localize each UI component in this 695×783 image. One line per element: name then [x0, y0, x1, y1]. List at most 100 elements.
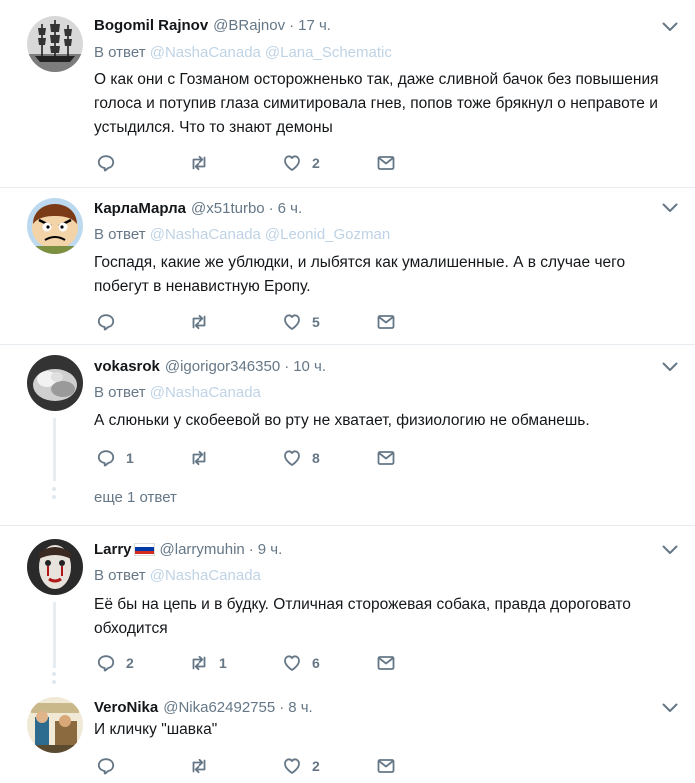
like-icon	[282, 756, 302, 776]
tweet[interactable]: Bogomil Rajnov @BRajnov · 17 ч. В ответ …	[0, 0, 695, 188]
tweet-text: А слюньки у скобеевой во рту не хватает,…	[94, 412, 590, 429]
chevron-down-icon[interactable]	[662, 362, 678, 372]
mention-link[interactable]: @NashaCanada	[150, 226, 261, 243]
retweet-button[interactable]	[189, 152, 219, 174]
like-count: 6	[312, 655, 320, 671]
tweet-text: Госпадя, какие же ублюдки, и лыбятся как…	[94, 254, 626, 295]
russia-flag-icon	[133, 542, 155, 556]
more-replies-link[interactable]: еще 1 ответ	[94, 489, 177, 506]
chevron-down-icon[interactable]	[662, 703, 678, 713]
reply-count: 1	[126, 450, 134, 466]
chevron-down-icon[interactable]	[662, 545, 678, 555]
like-button[interactable]: 2	[282, 755, 320, 777]
tweet-header: vokasrok @igorigor346350 · 10 ч.	[94, 356, 326, 376]
retweet-icon	[189, 448, 209, 468]
timestamp[interactable]: 10 ч.	[293, 358, 326, 375]
reply-button[interactable]	[96, 311, 126, 333]
tweet-actions: 2	[94, 755, 494, 777]
direct-message-button[interactable]	[376, 311, 396, 333]
user-handle[interactable]: @Nika62492755	[163, 699, 275, 716]
reply-label: В ответ	[94, 384, 146, 401]
like-button[interactable]: 8	[282, 447, 320, 469]
avatar[interactable]	[27, 16, 83, 72]
direct-message-icon	[376, 653, 396, 673]
tweet[interactable]: КарлаМарла @x51turbo · 6 ч. В ответ @Nas…	[0, 188, 695, 345]
tweet-header: VeroNika @Nika62492755 · 8 ч.	[94, 697, 313, 717]
reply-button[interactable]	[96, 755, 126, 777]
separator: ·	[284, 357, 290, 375]
user-name[interactable]: VeroNika	[94, 699, 158, 716]
like-count: 2	[312, 155, 320, 171]
retweet-button[interactable]	[189, 447, 219, 469]
tweet-actions: 5	[94, 311, 494, 333]
tweet-text: Её бы на цепь и в будку. Отличная сторож…	[94, 596, 631, 637]
tweet[interactable]: VeroNika @Nika62492755 · 8 ч. И кличку "…	[0, 686, 695, 783]
mention-link[interactable]: @NashaCanada	[150, 44, 261, 61]
user-handle[interactable]: @igorigor346350	[165, 358, 280, 375]
direct-message-button[interactable]	[376, 152, 396, 174]
tweet-header: Bogomil Rajnov @BRajnov · 17 ч.	[94, 15, 331, 35]
timestamp[interactable]: 8 ч.	[288, 699, 313, 716]
reply-icon	[96, 653, 116, 673]
thread-line	[53, 602, 56, 668]
like-count: 5	[312, 314, 320, 330]
reply-context: В ответ @NashaCanada @Leonid_Gozman	[94, 226, 390, 243]
like-button[interactable]: 6	[282, 652, 320, 674]
reply-label: В ответ	[94, 226, 146, 243]
user-handle[interactable]: @BRajnov	[213, 17, 285, 34]
like-icon	[282, 653, 302, 673]
mention-link[interactable]: @Lana_Schematic	[265, 44, 392, 61]
reply-icon	[96, 153, 116, 173]
user-name[interactable]: vokasrok	[94, 358, 160, 375]
chevron-down-icon[interactable]	[662, 22, 678, 32]
like-button[interactable]: 5	[282, 311, 320, 333]
tweet-actions: 2	[94, 152, 494, 174]
retweet-icon	[189, 153, 209, 173]
avatar[interactable]	[27, 355, 83, 411]
reply-button[interactable]: 2	[96, 652, 134, 674]
mention-link[interactable]: @NashaCanada	[150, 567, 261, 584]
tweet-actions: 1 8	[94, 447, 494, 469]
user-handle[interactable]: @larrymuhin	[160, 541, 245, 558]
avatar[interactable]	[27, 198, 83, 254]
like-count: 2	[312, 758, 320, 774]
reply-button[interactable]: 1	[96, 447, 134, 469]
retweet-count: 1	[219, 655, 227, 671]
direct-message-button[interactable]	[376, 652, 396, 674]
reply-count: 2	[126, 655, 134, 671]
user-handle[interactable]: @x51turbo	[191, 200, 265, 217]
avatar[interactable]	[27, 697, 83, 753]
direct-message-button[interactable]	[376, 447, 396, 469]
thread-line	[53, 418, 56, 481]
retweet-button[interactable]	[189, 755, 219, 777]
reply-button[interactable]	[96, 152, 126, 174]
reply-icon	[96, 448, 116, 468]
direct-message-button[interactable]	[376, 755, 396, 777]
user-name[interactable]: Bogomil Rajnov	[94, 17, 208, 34]
user-name[interactable]: Larry	[94, 541, 132, 558]
direct-message-icon	[376, 756, 396, 776]
thread-dots	[52, 487, 57, 503]
direct-message-icon	[376, 153, 396, 173]
reply-label: В ответ	[94, 44, 146, 61]
timestamp[interactable]: 6 ч.	[278, 200, 303, 217]
separator: ·	[279, 698, 285, 716]
tweet[interactable]: Larry @larrymuhin · 9 ч. В ответ @NashaC…	[0, 526, 695, 686]
timestamp[interactable]: 9 ч.	[258, 541, 283, 558]
like-icon	[282, 448, 302, 468]
avatar[interactable]	[27, 539, 83, 595]
chevron-down-icon[interactable]	[662, 203, 678, 213]
like-icon	[282, 312, 302, 332]
timestamp[interactable]: 17 ч.	[298, 17, 331, 34]
mention-link[interactable]: @Leonid_Gozman	[265, 226, 390, 243]
retweet-button[interactable]	[189, 311, 219, 333]
mention-link[interactable]: @NashaCanada	[150, 384, 261, 401]
like-button[interactable]: 2	[282, 152, 320, 174]
user-name[interactable]: КарлаМарла	[94, 200, 186, 217]
retweet-button[interactable]: 1	[189, 652, 227, 674]
retweet-icon	[189, 653, 209, 673]
retweet-icon	[189, 312, 209, 332]
tweet[interactable]: vokasrok @igorigor346350 · 10 ч. В ответ…	[0, 345, 695, 526]
reply-context: В ответ @NashaCanada	[94, 567, 261, 584]
tweet-text: И кличку "шавка"	[94, 721, 218, 738]
